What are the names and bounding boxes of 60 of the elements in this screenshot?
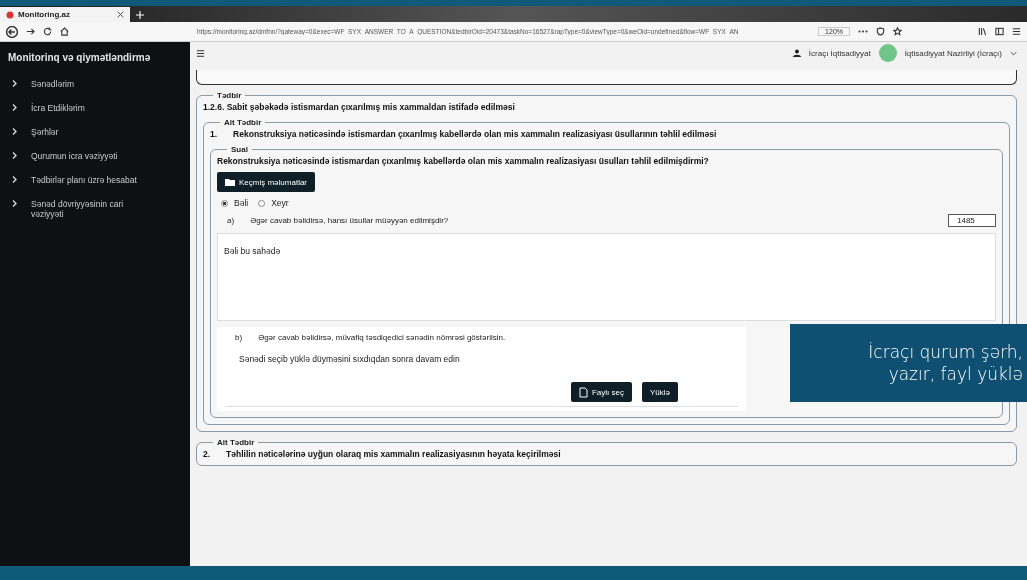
alt-tadbir-title: Rekonstruksiya nəticəsində istismardan çıxarılmış kabellərdə olan mis xammalın realizasiyası üsullarının təhlil edilməsi [233,129,717,139]
sidebar-item[interactable]: Tədbirlər planı üzrə hesabat [31,175,141,185]
back-icon[interactable] [6,25,18,38]
radio-label[interactable]: Bəli [234,198,249,208]
caption-overlay: İcraçı qurum şərh, yazır, fayl yüklə [790,324,1027,402]
item-marker: b) [235,333,243,342]
radio-label[interactable]: Xeyr [271,198,289,208]
chevron-icon [12,80,17,87]
site-logo-icon [6,10,14,19]
alt-tadbir-title: Təhlilin nəticələrinə uyğun olaraq mis xammalın realizasiyasının həyata keçirilməsi [226,449,561,459]
tab-title: Monitoring.az [18,10,71,19]
tadbir-title: 1.2.6. Sabit şəbəkədə istismardan çıxarılmış mis xammaldan istifadə edilməsi [203,102,516,112]
shield-icon[interactable] [876,27,885,36]
folder-icon [225,178,235,186]
sidebar-item[interactable]: Qurumun icra vəziyyəti [31,151,141,161]
panel-legend: Alt Tədbir [220,118,266,127]
menu-icon[interactable] [196,48,205,58]
sub-question: Əgər cavab bəlidirsə, hansı üsullar müəyyən edilmişdir? [250,216,449,225]
forward-icon[interactable] [26,27,35,36]
sidebar-item[interactable]: Sənədlərim [31,79,141,89]
sidebar-title: Monitorinq və qiymətləndirmə [8,52,152,63]
history-button[interactable]: Keçmiş məlumatlar [217,172,315,192]
panel-legend: Tədbir [213,91,246,100]
item-marker: a) [227,216,235,225]
choose-file-button[interactable]: Faylı seç [570,382,632,402]
upload-button[interactable]: Yüklə [642,382,678,402]
sidebar-item[interactable]: İcra Etdiklərim [31,103,141,113]
close-icon[interactable] [117,11,124,18]
home-icon[interactable] [60,27,69,36]
chevron-icon [12,200,17,207]
browser-tab[interactable]: Monitoring.az [0,7,130,22]
star-icon[interactable] [893,27,902,36]
reload-icon[interactable] [43,27,52,36]
chevron-icon [12,152,17,159]
new-tab-icon[interactable] [136,11,144,19]
file-icon [578,386,588,398]
sidebar-item[interactable]: Şərhlər [31,127,141,137]
chevron-icon [12,176,17,183]
question-text: Rekonstruksiya nəticəsində istismardan çıxarılmış kabellərdə olan mis xammalın realizasiyası üsulları təhlil edilmişdirmi? [217,156,710,166]
instruction-text: Sənədi seçib yüklə düyməsini sıxdıqdan sonra davam edin [238,354,461,364]
item-number: 1. [210,129,218,139]
radio-button[interactable] [221,199,228,207]
organization-name[interactable]: İqtisadiyyat Nazirliyi (İcraçı) [904,48,1002,58]
radio-button[interactable] [258,199,266,207]
sidebar-item[interactable]: Sənəd dövriyyəsinin cari vəziyyəti [31,199,141,219]
caret-icon[interactable] [1010,50,1017,56]
sub-question: Əgər cavab bəlidirsə, müvafiq təsdiqedici sənədin nömrəsi göstərilsin. [258,333,506,342]
library-icon[interactable] [978,27,987,36]
chevron-icon [12,104,17,111]
sidebar-icon[interactable] [995,27,1004,36]
user-name[interactable]: İcraçı İqtisadiyyat [808,48,871,58]
chevron-icon [12,128,17,135]
item-number: 2. [203,449,211,459]
more-icon[interactable] [858,30,868,33]
answer-field[interactable]: Bəli bu sahədə [217,233,996,321]
menu-icon[interactable] [1012,27,1021,36]
panel-legend: Sual [227,145,252,154]
user-icon [792,49,801,57]
panel-legend: Alt Tədbir [213,438,259,447]
character-counter: 1485 [948,214,996,227]
